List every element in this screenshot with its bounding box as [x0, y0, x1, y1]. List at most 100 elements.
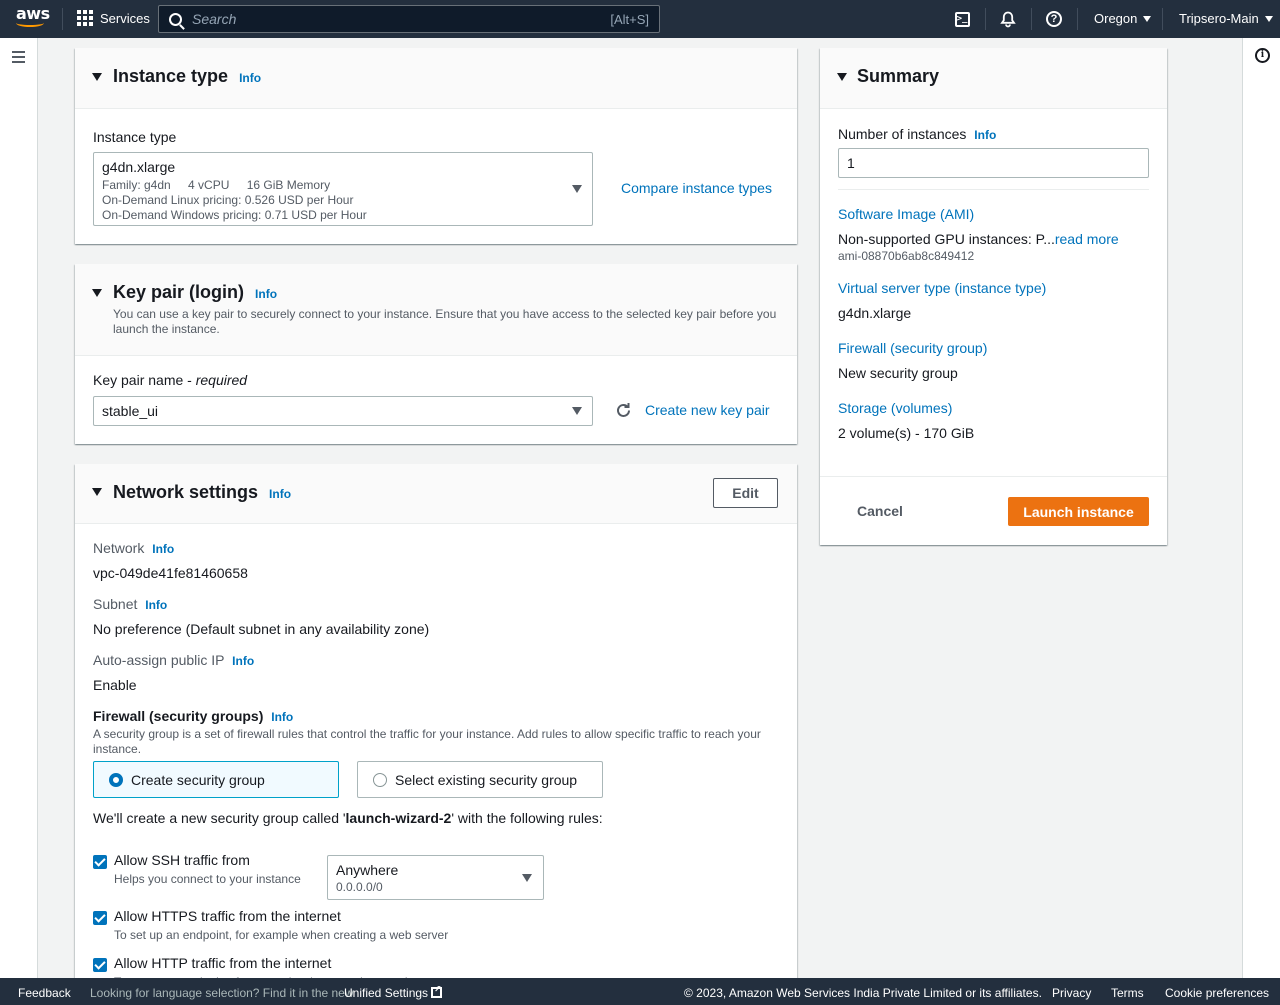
radio-selected-icon[interactable]: [109, 772, 123, 787]
panel-header: Network settings Info Edit: [75, 464, 797, 524]
firewall-summary-value: New security group: [838, 365, 958, 381]
storage-summary-link[interactable]: Storage (volumes): [838, 400, 952, 416]
grid-icon: [77, 10, 93, 26]
create-security-group-option[interactable]: Create security group: [93, 761, 339, 798]
bell-icon: [1000, 11, 1016, 27]
info-link[interactable]: Info: [974, 128, 996, 142]
section-title: Instance type Info: [113, 66, 262, 86]
privacy-link[interactable]: Privacy: [1052, 986, 1091, 1000]
key-pair-panel: Key pair (login) Info You can use a key …: [75, 264, 797, 444]
edit-button[interactable]: Edit: [713, 478, 778, 508]
account-menu[interactable]: Tripsero-Main: [1179, 11, 1273, 26]
collapse-triangle-icon[interactable]: [92, 73, 102, 81]
http-rule-label: Allow HTTP traffic from the internet: [114, 955, 332, 971]
search-input[interactable]: [192, 11, 611, 27]
cancel-button[interactable]: Cancel: [857, 503, 903, 519]
collapse-triangle-icon[interactable]: [92, 289, 102, 297]
selected-instance-type: g4dn.xlarge: [102, 159, 176, 175]
subnet-label: Subnet Info: [93, 596, 168, 612]
search-shortcut: [Alt+S]: [610, 11, 649, 27]
menu-icon[interactable]: [12, 51, 25, 66]
windows-pricing: On-Demand Windows pricing: 0.71 USD per …: [102, 208, 367, 222]
software-image-link[interactable]: Software Image (AMI): [838, 206, 974, 222]
caret-down-icon: [572, 407, 582, 415]
storage-summary-value: 2 volume(s) - 170 GiB: [838, 425, 975, 441]
key-pair-description: You can use a key pair to securely conne…: [113, 307, 777, 336]
cloudshell-icon: >_: [954, 11, 970, 27]
instance-family: Family: g4dn: [102, 178, 171, 192]
panel-header: Summary: [820, 48, 1167, 109]
https-rule-label: Allow HTTPS traffic from the internet: [114, 908, 341, 924]
summary-title: Summary: [857, 66, 940, 86]
collapse-triangle-icon[interactable]: [92, 488, 102, 496]
compare-instance-types-link[interactable]: Compare instance types: [621, 180, 772, 196]
key-pair-name-label: Key pair name - required: [93, 372, 248, 388]
launch-instance-button[interactable]: Launch instance: [1008, 497, 1149, 526]
linux-pricing: On-Demand Linux pricing: 0.526 USD per H…: [102, 193, 354, 207]
external-link-icon: [431, 984, 443, 998]
instance-type-summary-link[interactable]: Virtual server type (instance type): [838, 280, 1046, 296]
http-checkbox[interactable]: [93, 958, 107, 972]
instance-memory: 16 GiB Memory: [246, 178, 331, 192]
language-message: Looking for language selection? Find it …: [90, 986, 354, 1000]
network-settings-panel: Network settings Info Edit Network Info …: [75, 464, 797, 994]
caret-down-icon: [522, 874, 532, 882]
unified-settings-link[interactable]: Unified Settings: [344, 984, 443, 1000]
cookie-preferences-link[interactable]: Cookie preferences: [1165, 986, 1269, 1000]
caret-down-icon: [1264, 15, 1273, 22]
cloudshell-button[interactable]: >_: [952, 9, 972, 29]
info-link[interactable]: Info: [271, 710, 293, 724]
panel-header: Key pair (login) Info You can use a key …: [75, 264, 797, 356]
info-link[interactable]: Info: [239, 71, 261, 85]
aws-logo[interactable]: aws: [16, 6, 50, 32]
info-link[interactable]: Info: [145, 598, 167, 612]
radio-icon[interactable]: [373, 772, 387, 787]
help-icon: ?: [1046, 11, 1062, 27]
caret-down-icon: [572, 185, 582, 193]
network-value: vpc-049de41fe81460658: [93, 565, 248, 581]
divider: [820, 476, 1167, 477]
instance-type-label: Instance type: [93, 129, 177, 145]
https-checkbox[interactable]: [93, 911, 107, 925]
auto-assign-ip-label: Auto-assign public IP Info: [93, 652, 255, 668]
info-link[interactable]: Info: [232, 654, 254, 668]
https-rule-description: To set up an endpoint, for example when …: [114, 928, 449, 942]
info-link[interactable]: Info: [269, 487, 291, 501]
help-panel-rail: i: [1242, 38, 1280, 978]
feedback-link[interactable]: Feedback: [18, 986, 71, 1000]
instance-vcpu: 4 vCPU: [188, 178, 230, 192]
info-icon[interactable]: i: [1255, 48, 1270, 63]
security-group-name: launch-wizard-2: [345, 810, 452, 826]
number-of-instances-label: Number of instances Info: [838, 126, 997, 142]
panel-header: Instance type Info: [75, 48, 797, 109]
help-button[interactable]: ?: [1044, 9, 1064, 29]
left-navigation-rail: [0, 38, 38, 978]
collapse-triangle-icon[interactable]: [837, 73, 847, 81]
divider: [62, 8, 63, 30]
network-label: Network Info: [93, 540, 175, 556]
info-link[interactable]: Info: [152, 542, 174, 556]
info-link[interactable]: Info: [255, 287, 277, 301]
services-menu-button[interactable]: Services: [77, 10, 150, 26]
firewall-label: Firewall (security groups) Info: [93, 708, 294, 724]
instance-type-select[interactable]: g4dn.xlarge Family: g4dn 4 vCPU 16 GiB M…: [93, 152, 593, 226]
notifications-button[interactable]: [998, 9, 1018, 29]
read-more-link[interactable]: read more: [1055, 231, 1119, 247]
region-selector[interactable]: Oregon: [1094, 11, 1152, 26]
firewall-summary-link[interactable]: Firewall (security group): [838, 340, 987, 356]
refresh-icon[interactable]: [615, 402, 632, 419]
ssh-source-select[interactable]: Anywhere 0.0.0.0/0: [327, 855, 544, 900]
instance-type-panel: Instance type Info Instance type g4dn.xl…: [75, 48, 797, 244]
ami-id: ami-08870b6ab8c849412: [838, 249, 975, 263]
divider: [838, 189, 1149, 190]
key-pair-select[interactable]: stable_ui: [93, 396, 593, 426]
select-existing-security-group-option[interactable]: Select existing security group: [357, 761, 603, 798]
number-of-instances-input[interactable]: [838, 148, 1149, 178]
section-title: Network settings Info: [113, 482, 292, 502]
search-bar[interactable]: [Alt+S]: [158, 5, 660, 33]
security-group-message: We'll create a new security group called…: [93, 810, 603, 826]
create-new-key-pair-link[interactable]: Create new key pair: [645, 402, 770, 418]
ssh-checkbox[interactable]: [93, 855, 107, 869]
terms-link[interactable]: Terms: [1111, 986, 1144, 1000]
subnet-value: No preference (Default subnet in any ava…: [93, 621, 430, 637]
